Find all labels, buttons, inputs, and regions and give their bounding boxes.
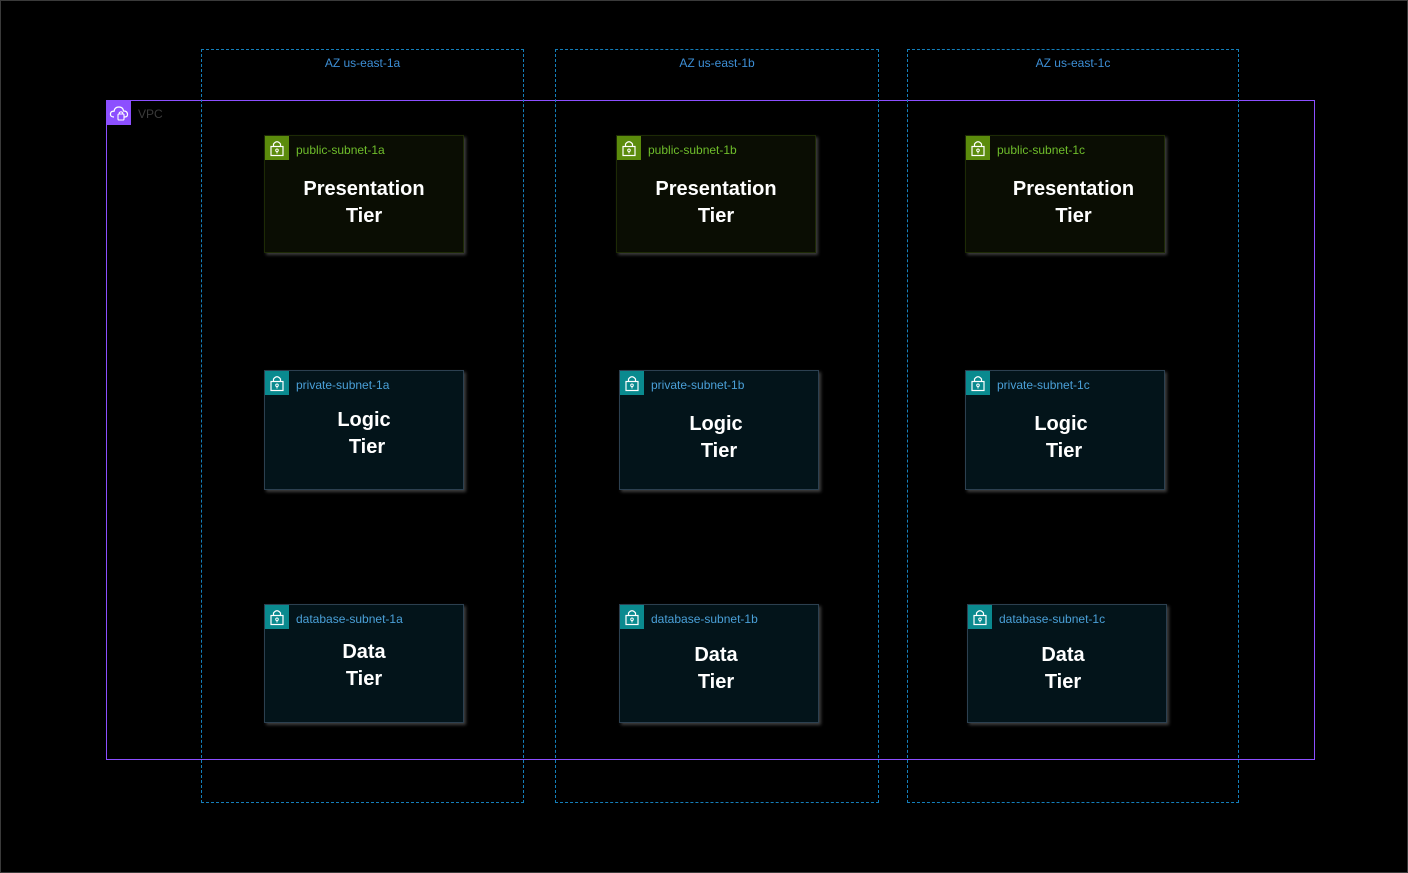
tier-label: Data Tier <box>614 642 818 696</box>
database-subnet-1a[interactable]: database-subnet-1a Data Tier <box>264 604 464 723</box>
subnet-label: database-subnet-1c <box>999 612 1106 626</box>
lock-icon <box>265 136 289 160</box>
tier-line-2: Tier <box>345 205 383 227</box>
lock-icon <box>968 605 992 629</box>
tier-line-2: Tier <box>1044 671 1082 693</box>
vpc-label: VPC <box>138 107 163 121</box>
subnet-label: public-subnet-1c <box>997 143 1086 157</box>
tier-label: Presentation Tier <box>617 176 815 230</box>
tier-label: Logic Tier <box>958 411 1164 465</box>
public-subnet-1a[interactable]: public-subnet-1a Presentation Tier <box>264 135 464 253</box>
tier-label: Presentation Tier <box>265 176 463 230</box>
lock-icon <box>620 605 644 629</box>
tier-line-1: Data <box>1041 644 1085 666</box>
tier-label: Data Tier <box>265 639 463 693</box>
tier-line-1: Logic <box>689 413 743 435</box>
tier-line-1: Presentation <box>303 178 425 200</box>
tier-line-1: Data <box>342 641 386 663</box>
database-subnet-1c[interactable]: database-subnet-1c Data Tier <box>967 604 1167 723</box>
public-subnet-1c[interactable]: public-subnet-1c Presentation Tier <box>965 135 1165 253</box>
subnet-label: public-subnet-1a <box>296 143 385 157</box>
private-subnet-1c[interactable]: private-subnet-1c Logic Tier <box>965 370 1165 490</box>
tier-line-2: Tier <box>348 436 386 458</box>
public-subnet-1b[interactable]: public-subnet-1b Presentation Tier <box>616 135 816 253</box>
private-subnet-1a[interactable]: private-subnet-1a Logic Tier <box>264 370 464 490</box>
tier-line-1: Presentation <box>1012 178 1135 200</box>
lock-icon <box>620 371 644 395</box>
tier-line-2: Tier <box>345 668 383 690</box>
az-label: AZ us-east-1b <box>679 56 755 70</box>
subnet-label: private-subnet-1b <box>651 378 745 392</box>
tier-line-1: Logic <box>337 409 391 431</box>
az-label: AZ us-east-1a <box>324 56 401 70</box>
lock-icon <box>265 371 289 395</box>
tier-label: Data Tier <box>960 642 1166 696</box>
tier-line-2: Tier <box>697 205 735 227</box>
tier-line-2: Tier <box>700 440 738 462</box>
subnet-label: private-subnet-1c <box>997 378 1090 392</box>
private-subnet-1b[interactable]: private-subnet-1b Logic Tier <box>619 370 819 490</box>
tier-line-1: Data <box>694 644 738 666</box>
tier-label: Logic Tier <box>265 407 463 461</box>
subnet-label: database-subnet-1b <box>651 612 758 626</box>
tier-label: Presentation Tier <box>983 176 1164 230</box>
tier-line-2: Tier <box>1045 440 1083 462</box>
subnet-label: private-subnet-1a <box>296 378 390 392</box>
lock-icon <box>265 605 289 629</box>
lock-icon <box>966 371 990 395</box>
lock-icon <box>966 136 990 160</box>
az-label: AZ us-east-1c <box>1035 56 1111 70</box>
subnet-label: database-subnet-1a <box>296 612 403 626</box>
tier-line-1: Logic <box>1034 413 1088 435</box>
vpc-cloud-icon <box>107 101 131 125</box>
tier-label: Logic Tier <box>614 411 818 465</box>
tier-line-1: Presentation <box>655 178 777 200</box>
tier-line-2: Tier <box>697 671 735 693</box>
lock-icon <box>617 136 641 160</box>
tier-line-2: Tier <box>1055 205 1092 227</box>
database-subnet-1b[interactable]: database-subnet-1b Data Tier <box>619 604 819 723</box>
subnet-label: public-subnet-1b <box>648 143 737 157</box>
